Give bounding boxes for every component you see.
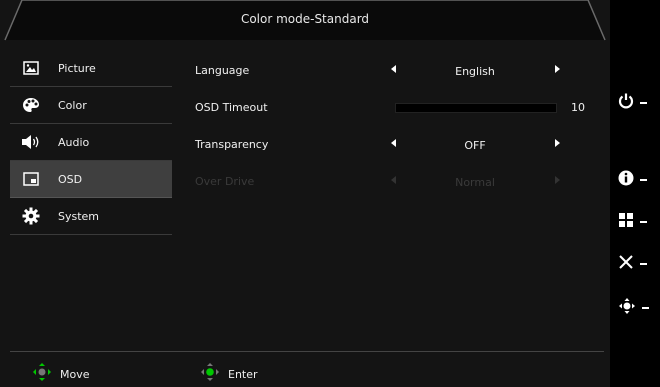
osd-timeout-row[interactable]: OSD Timeout 10 <box>190 93 590 130</box>
power-hotkey[interactable] <box>618 91 660 115</box>
footer-move: Move <box>32 362 90 386</box>
arrow-right-icon[interactable] <box>555 65 560 73</box>
arrow-right-icon[interactable] <box>555 139 560 147</box>
language-value: English <box>455 65 495 78</box>
transparency-value: OFF <box>464 139 486 152</box>
hotkey-column <box>610 0 660 387</box>
sidebar-item-label: OSD <box>58 172 83 186</box>
sidebar-item-osd[interactable]: OSD <box>10 161 172 198</box>
hotkey-dash <box>640 263 647 265</box>
arrow-left-icon[interactable] <box>391 65 396 73</box>
hotkey-dash <box>640 221 647 223</box>
sidebar-item-picture[interactable]: Picture <box>10 50 172 87</box>
power-icon <box>618 93 634 113</box>
over-drive-row: Over Drive Normal <box>190 167 590 204</box>
language-row[interactable]: Language English <box>190 56 590 93</box>
arrow-left-icon[interactable] <box>391 139 396 147</box>
language-label: Language <box>195 64 250 77</box>
over-drive-value: Normal <box>455 176 495 189</box>
osd-panel: Color mode-Standard Picture Color Audio … <box>0 0 610 387</box>
menu-grid-icon <box>618 212 634 232</box>
sidebar-item-system[interactable]: System <box>10 198 172 235</box>
navigate-icon <box>618 297 636 319</box>
hotkey-dash <box>640 102 647 104</box>
arrow-right-icon <box>555 176 560 184</box>
gear-icon <box>21 206 41 226</box>
over-drive-label: Over Drive <box>195 175 255 188</box>
color-mode-title: Color mode-Standard <box>240 12 370 26</box>
sidebar-item-label: Color <box>58 98 87 112</box>
palette-icon <box>21 95 41 115</box>
move-label: Move <box>60 367 90 381</box>
info-hotkey[interactable] <box>618 168 660 192</box>
osd-header: Color mode-Standard <box>0 0 610 42</box>
close-icon <box>618 254 634 274</box>
osd-settings: Language English OSD Timeout 10 Transpar… <box>190 56 590 204</box>
speaker-icon <box>21 132 41 152</box>
menu-hotkey[interactable] <box>618 210 660 234</box>
sidebar-item-label: Picture <box>58 61 96 75</box>
move-joystick-icon <box>32 362 52 386</box>
arrow-left-icon <box>391 176 396 184</box>
sidebar-item-color[interactable]: Color <box>10 87 172 124</box>
footer-enter: Enter <box>200 362 258 386</box>
enter-joystick-icon <box>200 362 220 386</box>
sidebar-item-label: System <box>58 209 100 223</box>
info-icon <box>618 170 634 190</box>
sidebar-item-audio[interactable]: Audio <box>10 124 172 161</box>
sidebar-menu: Picture Color Audio OSD System <box>10 50 172 235</box>
sidebar-item-label: Audio <box>58 135 90 149</box>
slider-fill <box>396 104 412 112</box>
osd-timeout-label: OSD Timeout <box>195 101 268 114</box>
footer-divider <box>10 351 604 352</box>
enter-label: Enter <box>228 367 258 381</box>
osd-window-icon <box>21 169 41 189</box>
transparency-row[interactable]: Transparency OFF <box>190 130 590 167</box>
transparency-label: Transparency <box>195 138 269 151</box>
hotkey-dash <box>640 179 647 181</box>
picture-icon <box>21 58 41 78</box>
navigate-hotkey[interactable] <box>618 296 660 320</box>
hotkey-dash <box>642 307 649 309</box>
osd-timeout-value: 10 <box>571 101 585 114</box>
osd-timeout-slider[interactable] <box>395 103 557 113</box>
close-hotkey[interactable] <box>618 252 660 276</box>
